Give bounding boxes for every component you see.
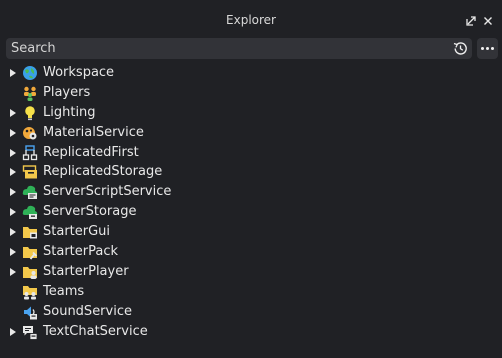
starter-gui-icon	[23, 227, 37, 239]
workspace-icon	[23, 66, 37, 80]
tree-item-label: SoundService	[43, 303, 132, 319]
more-options-button[interactable]	[477, 38, 498, 59]
tree-item-replicatedstorage[interactable]: ReplicatedStorage	[0, 162, 502, 182]
material-service-icon	[23, 126, 37, 140]
panel-title: Explorer	[226, 13, 276, 27]
expand-chevron-icon[interactable]	[10, 248, 16, 257]
expand-chevron-icon[interactable]	[10, 168, 16, 177]
teams-icon	[23, 285, 37, 300]
tree-item-players[interactable]: Players	[0, 83, 502, 103]
tree-item-materialservice[interactable]: MaterialService	[0, 123, 502, 143]
lighting-icon	[25, 105, 35, 120]
server-storage-icon	[22, 206, 38, 220]
expand-chevron-icon[interactable]	[10, 188, 16, 197]
tree-item-soundservice[interactable]: SoundService	[0, 302, 502, 322]
expand-chevron-icon[interactable]	[10, 128, 16, 137]
undock-icon[interactable]	[465, 15, 477, 27]
expand-chevron-icon[interactable]	[10, 148, 16, 157]
search-bar	[6, 38, 472, 59]
tree-item-label: StarterPlayer	[43, 263, 129, 279]
starter-pack-icon	[23, 247, 38, 260]
tree-item-starterpack[interactable]: StarterPack	[0, 242, 502, 262]
expand-chevron-icon[interactable]	[10, 327, 16, 336]
text-chat-service-icon	[23, 325, 38, 340]
tree-item-workspace[interactable]: Workspace	[0, 63, 502, 83]
starter-player-icon	[23, 266, 37, 279]
tree-item-label: ReplicatedFirst	[43, 144, 139, 160]
search-input[interactable]	[11, 40, 441, 57]
tree-item-startergui[interactable]: StarterGui	[0, 222, 502, 242]
replicated-first-icon	[22, 144, 38, 160]
expand-chevron-icon[interactable]	[10, 69, 16, 77]
tree-item-lighting[interactable]: Lighting	[0, 103, 502, 123]
expand-chevron-icon[interactable]	[10, 267, 16, 276]
tree-item-label: Teams	[43, 283, 85, 299]
expand-chevron-icon[interactable]	[10, 208, 16, 217]
tree-item-replicatedfirst[interactable]: ReplicatedFirst	[0, 143, 502, 163]
explorer-title-bar: Explorer	[0, 0, 502, 38]
tree-item-label: ServerScriptService	[43, 184, 172, 200]
tree-item-label: Workspace	[43, 65, 115, 80]
tree-item-serverscriptservice[interactable]: ServerScriptService	[0, 182, 502, 202]
tree-item-label: StarterPack	[43, 244, 118, 260]
expand-chevron-icon[interactable]	[10, 108, 16, 117]
sound-service-icon	[24, 306, 37, 320]
tree-item-starterplayer[interactable]: StarterPlayer	[0, 262, 502, 282]
more-options-icon	[481, 47, 484, 50]
tree-item-label: MaterialService	[43, 124, 144, 140]
tree-item-textchatservice[interactable]: TextChatService	[0, 322, 502, 342]
server-script-service-icon	[22, 186, 38, 200]
expand-chevron-icon[interactable]	[10, 228, 16, 237]
explorer-panel: Explorer Search Workspace Players Lighti…	[0, 0, 502, 358]
tree-item-label: ServerStorage	[43, 204, 137, 220]
tree-item-serverstorage[interactable]: ServerStorage	[0, 202, 502, 222]
tree-item-label: Lighting	[43, 104, 96, 120]
tree-item-teams[interactable]: Teams	[0, 282, 502, 302]
replicated-storage-icon	[22, 165, 37, 179]
tree-item-label: StarterGui	[43, 224, 111, 240]
explorer-tree: Workspace Players Lighting MaterialServi…	[0, 63, 502, 341]
tree-item-label: TextChatService	[43, 323, 148, 339]
tree-item-label: Players	[43, 84, 91, 100]
history-icon[interactable]	[452, 40, 469, 57]
players-icon	[24, 86, 36, 101]
tree-item-label: ReplicatedStorage	[43, 164, 163, 180]
close-icon[interactable]	[482, 15, 494, 27]
